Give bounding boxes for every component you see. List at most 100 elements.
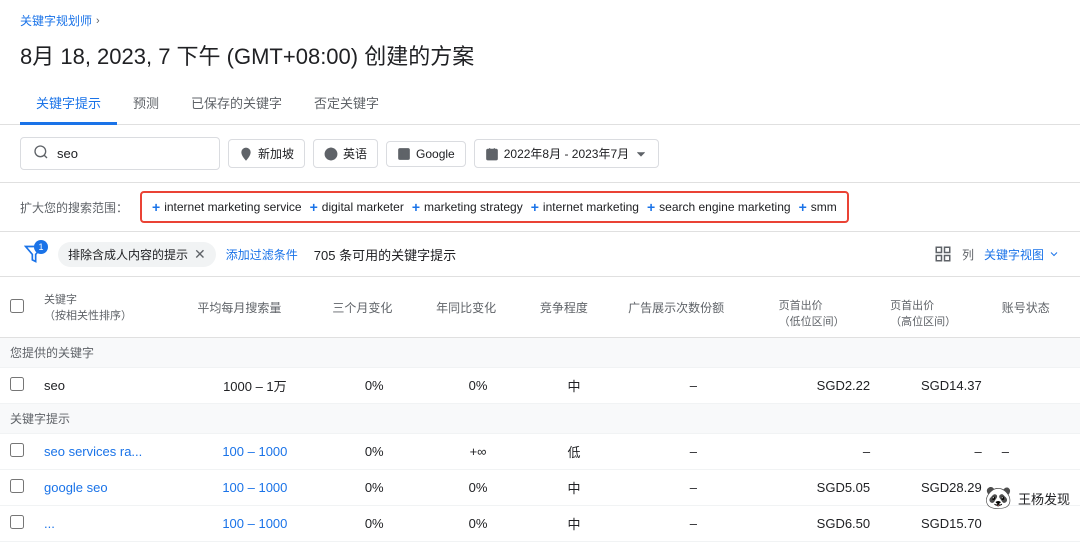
kw-chip-label-4: search engine marketing [659,200,790,214]
row-yoy: +∞ [426,434,530,470]
location-filter[interactable]: 新加坡 [228,139,305,168]
search-box[interactable]: seo [20,137,220,170]
date-range-filter[interactable]: 2022年8月 - 2023年7月 [474,139,659,168]
row-3mo: 0% [322,506,426,542]
keyword-view-label: 关键字视图 [984,246,1044,263]
tabs-row: 关键字提示 预测 已保存的关键字 否定关键字 [0,83,1080,125]
engine-label: Google [416,147,455,161]
filter-close-icon[interactable]: ✕ [194,247,206,261]
row-competition: 中 [530,506,618,542]
add-filter-button[interactable]: 添加过滤条件 [226,246,298,263]
row-high-bid: SGD28.29 [880,470,992,506]
col-checkbox [0,277,34,338]
row-high-bid: SGD15.70 [880,506,992,542]
kw-chip-2[interactable]: + marketing strategy [412,199,523,215]
breadcrumb: 关键字规划师 › [0,0,1080,33]
row-impressions: – [618,470,768,506]
tab-negative-keywords[interactable]: 否定关键字 [298,83,395,125]
row-low-bid: SGD6.50 [769,506,881,542]
expand-label: 扩大您的搜索范围： [20,199,128,216]
row-yoy: 0% [426,470,530,506]
row-competition: 中 [530,368,618,404]
keyword-view-button[interactable]: 关键字视图 [984,246,1060,263]
expand-search-row: 扩大您的搜索范围： + internet marketing service +… [0,183,1080,232]
col-low-bid: 页首出价 （低位区间） [769,277,881,338]
row-low-bid: – [769,434,881,470]
section-suggestions: 关键字提示 [0,404,1080,434]
result-count: 705 条可用的关键字提示 [314,245,456,264]
table-controls: 1 排除含成人内容的提示 ✕ 添加过滤条件 705 条可用的关键字提示 列 关键… [0,232,1080,276]
row-3mo: 0% [322,368,426,404]
row-competition: 低 [530,434,618,470]
row-yoy: 0% [426,506,530,542]
watermark-text: 王杨发现 [1018,489,1070,508]
keyword-link-1[interactable]: google seo [44,480,108,495]
row-checkbox[interactable] [0,506,34,542]
plus-icon-4: + [647,199,655,215]
row-monthly: 100 – 1000 [187,506,322,542]
view-toggle[interactable] [934,245,952,263]
right-controls: 列 关键字视图 [934,245,1060,263]
engine-filter[interactable]: Google [386,141,466,167]
breadcrumb-link[interactable]: 关键字规划师 [20,12,92,29]
plus-icon-2: + [412,199,420,215]
section-provided-label: 您提供的关键字 [0,338,1080,368]
table-row: ... 100 – 1000 0% 0% 中 – SGD6.50 SGD15.7… [0,506,1080,542]
language-filter[interactable]: 英语 [313,139,378,168]
search-query: seo [57,146,78,161]
row-competition: 中 [530,470,618,506]
kw-chip-label-1: digital marketer [322,200,404,214]
col-three-month: 三个月变化 [322,277,426,338]
keyword-chips-container: + internet marketing service + digital m… [140,191,849,223]
section-provided: 您提供的关键字 [0,338,1080,368]
kw-chip-0[interactable]: + internet marketing service [152,199,302,215]
kw-chip-label-2: marketing strategy [424,200,523,214]
search-filter-row: seo 新加坡 英语 Google 2022年8月 - 2023年7月 [0,125,1080,183]
row-checkbox[interactable] [0,470,34,506]
section-suggestions-label: 关键字提示 [0,404,1080,434]
row-impressions: – [618,368,768,404]
kw-chip-3[interactable]: + internet marketing [531,199,639,215]
col-yoy: 年同比变化 [426,277,530,338]
plus-icon-5: + [799,199,807,215]
table-row: seo services ra... 100 – 1000 0% +∞ 低 – … [0,434,1080,470]
kw-chip-5[interactable]: + smm [799,199,837,215]
filter-tag: 排除含成人内容的提示 ✕ [58,242,216,267]
tab-forecast[interactable]: 预测 [117,83,175,125]
row-monthly: 100 – 1000 [187,434,322,470]
row-checkbox[interactable] [0,434,34,470]
keyword-link-0[interactable]: seo services ra... [44,444,142,459]
row-low-bid: SGD2.22 [769,368,881,404]
keyword-link-2[interactable]: ... [44,516,55,531]
plus-icon-3: + [531,199,539,215]
filter-icon-button[interactable]: 1 [20,240,48,268]
col-high-bid: 页首出价 （高位区间） [880,277,992,338]
select-all-checkbox[interactable] [10,299,24,313]
location-label: 新加坡 [258,145,294,162]
tab-saved-keywords[interactable]: 已保存的关键字 [175,83,298,125]
row-high-bid: SGD14.37 [880,368,992,404]
kw-chip-label-0: internet marketing service [164,200,301,214]
plus-icon-0: + [152,199,160,215]
row-account-status [992,368,1080,404]
table-header-row: 关键字 （按相关性排序） 平均每月搜索量 三个月变化 年同比变化 竞争程度 广告… [0,277,1080,338]
date-range-label: 2022年8月 - 2023年7月 [504,145,629,162]
row-yoy: 0% [426,368,530,404]
kw-chip-4[interactable]: + search engine marketing [647,199,791,215]
plus-icon-1: + [310,199,318,215]
row-checkbox[interactable] [0,368,34,404]
language-label: 英语 [343,145,367,162]
col-competition: 竞争程度 [530,277,618,338]
row-account-status: – [992,434,1080,470]
watermark: 🐼 王杨发现 [985,485,1070,511]
table-row: google seo 100 – 1000 0% 0% 中 – SGD5.05 … [0,470,1080,506]
row-3mo: 0% [322,434,426,470]
row-3mo: 0% [322,470,426,506]
col-keyword: 关键字 （按相关性排序） [34,277,187,338]
watermark-icon: 🐼 [985,485,1012,511]
row-impressions: – [618,506,768,542]
kw-chip-label-3: internet marketing [543,200,639,214]
tab-keyword-suggestions[interactable]: 关键字提示 [20,83,117,125]
page-title: 8月 18, 2023, 7 下午 (GMT+08:00) 创建的方案 [0,33,1080,83]
kw-chip-1[interactable]: + digital marketer [310,199,404,215]
